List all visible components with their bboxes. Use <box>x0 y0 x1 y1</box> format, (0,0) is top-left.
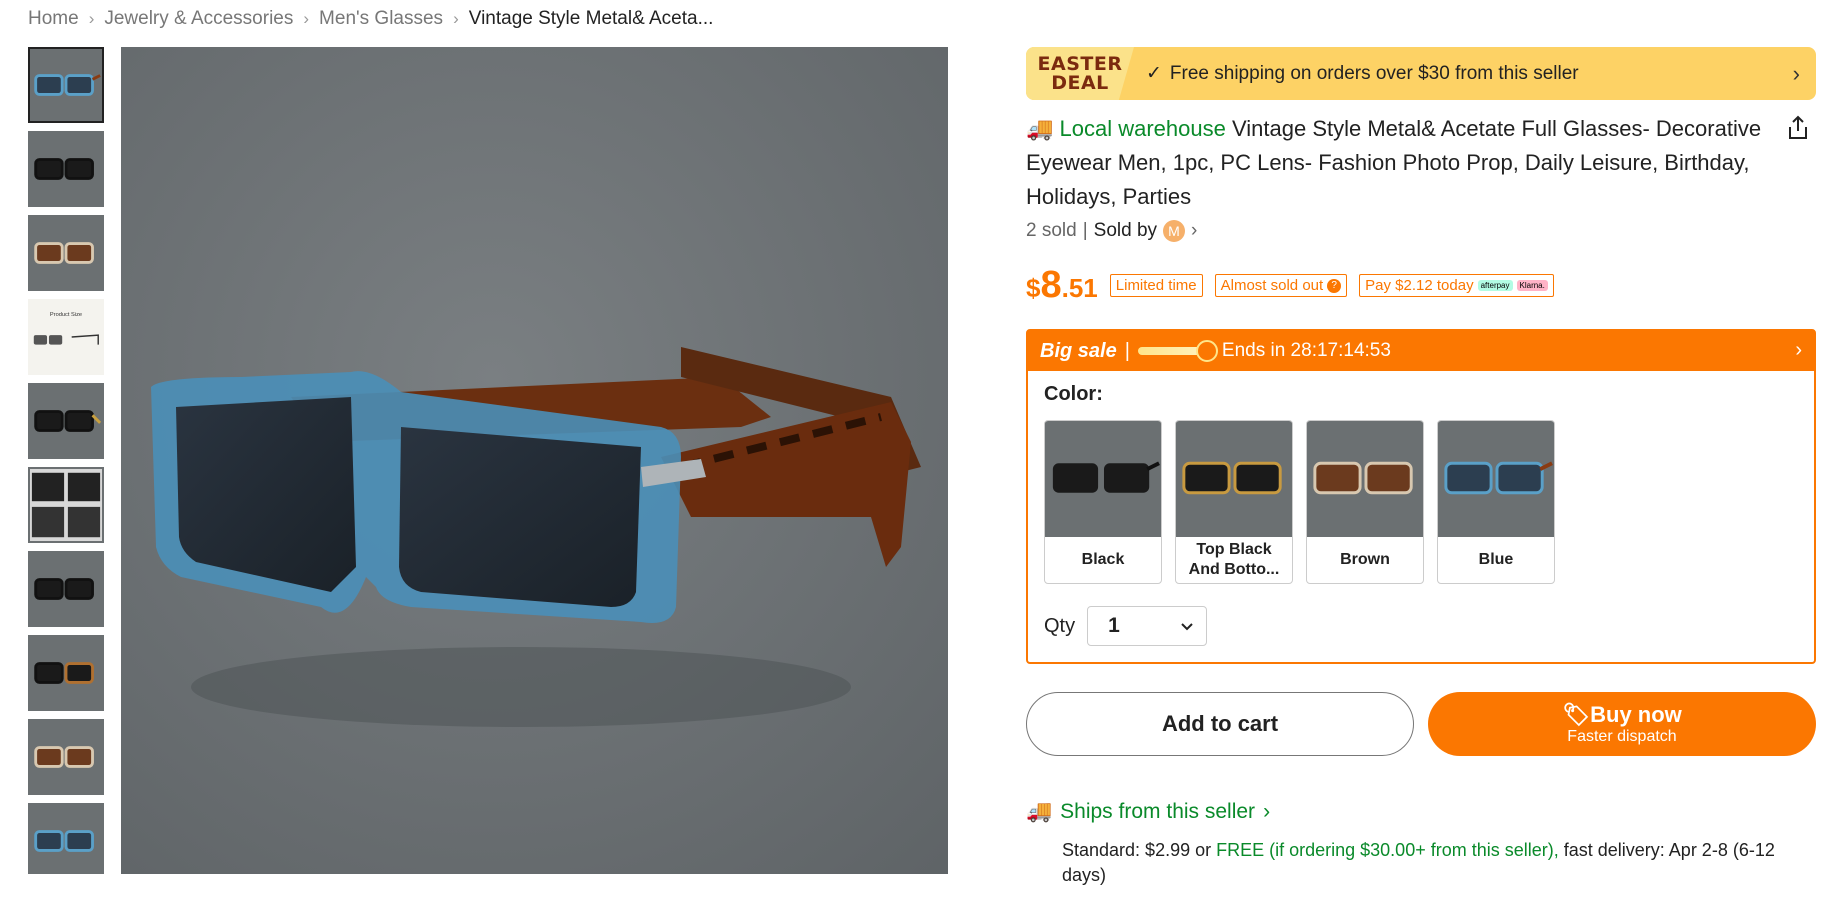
easter-logo-line1: EASTER <box>1037 52 1123 75</box>
price-integer: 8 <box>1040 264 1062 306</box>
sold-count: 2 sold <box>1026 220 1077 241</box>
standard-shipping-text: Standard: $2.99 or <box>1062 840 1217 860</box>
swatch-image <box>1307 421 1423 537</box>
big-sale-box: Big sale | Ends in 28:17:14:53 › Color: … <box>1026 329 1816 664</box>
breadcrumb-mens-glasses[interactable]: Men's Glasses <box>319 8 443 30</box>
thumbnail-black-set[interactable] <box>28 467 104 543</box>
ships-from-seller[interactable]: 🚚 Ships from this seller › <box>1026 800 1816 824</box>
almost-sold-out-label: Almost sold out <box>1220 277 1324 294</box>
faster-dispatch-label: Faster dispatch <box>1567 728 1677 745</box>
clock-icon <box>1195 340 1218 362</box>
color-label: Color: <box>1044 383 1103 405</box>
price-decimal: .51 <box>1061 273 1098 303</box>
sold-by-label: Sold by <box>1093 220 1158 241</box>
swatch-label: Top Black And Botto... <box>1188 541 1280 578</box>
local-warehouse-label: Local warehouse <box>1059 116 1226 141</box>
shipping-detail: Standard: $2.99 or FREE (if ordering $30… <box>1062 838 1816 888</box>
seller-avatar[interactable]: M <box>1163 220 1186 242</box>
chevron-right-icon: › <box>453 9 459 28</box>
qty-label: Qty <box>1044 614 1076 637</box>
free-shipping-condition: FREE (if ordering $30.00+ from this sell… <box>1216 840 1559 860</box>
thumbnail-product-size[interactable]: Product Size <box>28 299 104 375</box>
thumbnail-size-label: Product Size <box>50 312 82 318</box>
big-sale-label: Big sale <box>1040 339 1117 362</box>
product-title: 🚚 Local warehouse Vintage Style Metal& A… <box>1026 112 1766 214</box>
limited-time-tag: Limited time <box>1109 274 1203 297</box>
question-icon: ? <box>1327 278 1342 293</box>
sale-progress-bar <box>1137 340 1218 362</box>
local-warehouse-badge[interactable]: 🚚 Local warehouse <box>1026 116 1226 141</box>
swatch-label: Brown <box>1340 551 1390 568</box>
chevron-down-icon <box>1181 623 1193 631</box>
almost-sold-out-tag[interactable]: Almost sold out ? <box>1214 274 1348 297</box>
pay-today-label: Pay $2.12 today <box>1365 277 1474 294</box>
chevron-right-icon: › <box>1795 339 1802 361</box>
breadcrumb-current: Vintage Style Metal& Aceta... <box>468 8 714 29</box>
big-sale-divider: | <box>1124 339 1130 362</box>
color-option-brown[interactable]: Brown <box>1306 420 1424 584</box>
thumbnail-brown-2[interactable] <box>28 719 104 795</box>
thumbnail-blue-2[interactable] <box>28 803 104 874</box>
tag-icon: 🏷 <box>1562 702 1591 727</box>
color-option-top-black[interactable]: Top Black And Botto... <box>1175 420 1293 584</box>
breadcrumb-home[interactable]: Home <box>28 8 79 30</box>
free-shipping-text: ✓ Free shipping on orders over $30 from … <box>1146 62 1579 85</box>
chevron-right-icon: › <box>1792 61 1800 86</box>
qty-select[interactable]: 1 <box>1087 606 1208 646</box>
thumbnail-black[interactable] <box>28 131 104 207</box>
check-icon: ✓ <box>1146 63 1162 84</box>
afterpay-logo: afterpay <box>1477 280 1513 291</box>
swatch-image <box>1045 421 1161 537</box>
sale-countdown: Ends in 28:17:14:53 <box>1221 340 1391 361</box>
buy-now-label: Buy now <box>1590 702 1682 727</box>
breadcrumb-jewelry[interactable]: Jewelry & Accessories <box>104 8 293 30</box>
purchase-buttons: Add to cart 🏷Buy now Faster dispatch <box>1026 692 1816 756</box>
thumbnail-tortoise[interactable] <box>28 635 104 711</box>
easter-deal-banner[interactable]: EASTER DEAL ✓ Free shipping on orders ov… <box>1026 47 1816 100</box>
chevron-right-icon[interactable]: › <box>1191 220 1197 242</box>
thumbnail-black-3[interactable] <box>28 551 104 627</box>
truck-icon: 🚚 <box>1026 800 1053 823</box>
ships-from-label: Ships from this seller <box>1060 800 1256 823</box>
qty-row: Qty 1 <box>1044 606 1798 646</box>
color-option-black[interactable]: Black <box>1044 420 1162 584</box>
big-sale-header[interactable]: Big sale | Ends in 28:17:14:53 › <box>1028 331 1814 371</box>
sold-divider: | <box>1082 220 1088 241</box>
buy-now-button[interactable]: 🏷Buy now Faster dispatch <box>1428 692 1816 756</box>
easter-logo-line2: DEAL <box>1051 71 1109 94</box>
price-row: $ 8 .51 Limited time Almost sold out ? P… <box>1026 264 1816 307</box>
color-option-blue[interactable]: Blue <box>1437 420 1555 584</box>
main-product-image[interactable] <box>121 47 948 874</box>
free-shipping-label: Free shipping on orders over $30 from th… <box>1169 62 1579 84</box>
swatch-image <box>1176 421 1292 537</box>
add-to-cart-button[interactable]: Add to cart <box>1026 692 1414 756</box>
sold-row: 2 sold | Sold by M › <box>1026 220 1816 242</box>
thumbnail-list: Product Size <box>28 47 104 874</box>
qty-value: 1 <box>1108 614 1120 637</box>
klarna-logo: Klarna. <box>1516 280 1548 291</box>
thumbnail-blue[interactable] <box>28 47 104 123</box>
product-info-panel: EASTER DEAL ✓ Free shipping on orders ov… <box>1026 47 1816 888</box>
thumbnail-brown[interactable] <box>28 215 104 291</box>
thumbnail-black-2[interactable] <box>28 383 104 459</box>
color-swatches: Black Top Black And Botto... Brown Blue <box>1044 420 1798 584</box>
title-row: 🚚 Local warehouse Vintage Style Metal& A… <box>1026 112 1816 214</box>
price-currency: $ <box>1026 273 1041 303</box>
chevron-right-icon: › <box>88 9 95 28</box>
share-icon[interactable] <box>1784 114 1812 142</box>
breadcrumb: Home › Jewelry & Accessories › Men's Gla… <box>28 8 713 30</box>
truck-icon: 🚚 <box>1026 116 1054 141</box>
buy-now-row: 🏷Buy now <box>1562 702 1682 728</box>
price: $ 8 .51 <box>1026 264 1098 307</box>
chevron-right-icon: › <box>303 9 310 28</box>
swatch-image <box>1438 421 1554 537</box>
chevron-right-icon: › <box>1263 800 1271 823</box>
swatch-label: Black <box>1081 551 1125 568</box>
swatch-label: Blue <box>1478 551 1514 568</box>
options-body: Color: Black Top Black And Botto... Brow… <box>1028 371 1814 662</box>
pay-today-tag[interactable]: Pay $2.12 today afterpay Klarna. <box>1359 274 1554 297</box>
easter-deal-logo: EASTER DEAL <box>1026 47 1134 100</box>
